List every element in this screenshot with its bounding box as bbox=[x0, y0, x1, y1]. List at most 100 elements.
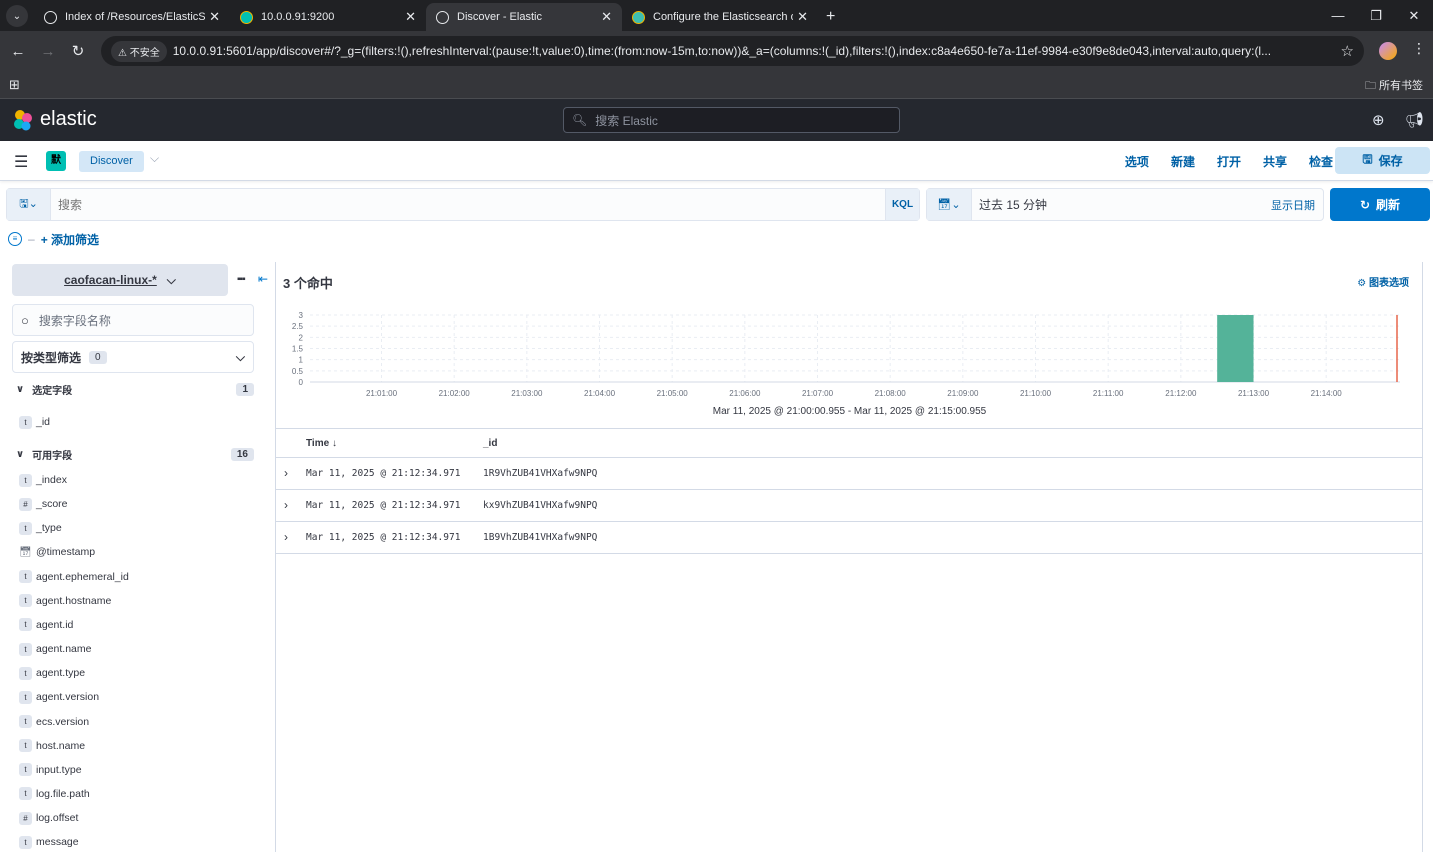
collapse-sidebar-icon[interactable]: ⇤ bbox=[258, 272, 268, 286]
options-link[interactable]: 选项 bbox=[1125, 153, 1149, 170]
elastic-logo-icon[interactable] bbox=[12, 109, 34, 131]
close-icon[interactable]: ✕ bbox=[601, 9, 612, 25]
global-search-input[interactable]: 🔍︎ 搜索 Elastic bbox=[563, 107, 900, 133]
time-range-label[interactable]: 过去 15 分钟 bbox=[972, 196, 1271, 213]
show-dates-link[interactable]: 显示日期 bbox=[1271, 197, 1323, 213]
field-item[interactable]: t _id bbox=[19, 414, 50, 430]
add-filter-button[interactable]: + 添加筛选 bbox=[41, 231, 99, 248]
field-item[interactable]: t input.type bbox=[19, 762, 82, 778]
expand-row-icon[interactable]: › bbox=[284, 498, 288, 512]
breadcrumb[interactable]: Discover bbox=[79, 151, 144, 172]
tab-search-button[interactable]: ⌄ bbox=[6, 5, 28, 27]
histogram-chart[interactable]: 3 2.5 2 1.5 1 0.5 0 21:01:00 21:02:00 21:03:00 21:… bbox=[276, 306, 1423, 406]
new-tab-button[interactable]: + bbox=[826, 8, 835, 26]
query-bar: 🖫⌄ KQL bbox=[6, 188, 920, 221]
apps-grid-icon[interactable]: ⊞ bbox=[9, 77, 20, 93]
selected-fields-label: 选定字段 bbox=[32, 386, 73, 397]
kql-toggle[interactable]: KQL bbox=[885, 189, 919, 220]
type-filter-dropdown[interactable]: 按类型筛选 0 ⌵ bbox=[12, 341, 254, 373]
new-link[interactable]: 新建 bbox=[1171, 153, 1195, 170]
expand-row-icon[interactable]: › bbox=[284, 466, 288, 480]
share-link[interactable]: 共享 bbox=[1263, 153, 1287, 170]
field-item[interactable]: t message bbox=[19, 834, 79, 850]
filter-options-icon[interactable]: ≡ bbox=[8, 232, 22, 246]
date-type-icon: 📅︎ bbox=[19, 546, 32, 558]
table-row[interactable]: › Mar 11, 2025 @ 21:12:34.971 1R9VhZUB41VH… bbox=[276, 458, 1423, 490]
address-bar[interactable]: ⚠ 不安全 10.0.0.91:5601/app/discover#/?_g=(… bbox=[101, 36, 1364, 66]
field-item[interactable]: t host.name bbox=[19, 738, 85, 754]
string-type-icon: t bbox=[19, 618, 32, 632]
refresh-button[interactable]: ↻ 刷新 bbox=[1330, 188, 1430, 221]
more-options-icon[interactable]: ▪▪▪ bbox=[237, 274, 246, 285]
table-row[interactable]: › Mar 11, 2025 @ 21:12:34.971 1B9VhZUB41VH… bbox=[276, 522, 1423, 554]
url-text[interactable]: 10.0.0.91:5601/app/discover#/?_g=(filter… bbox=[173, 44, 1333, 58]
browser-tab[interactable]: Configure the Elasticsearch o ✕ bbox=[622, 3, 818, 31]
insecure-badge[interactable]: ⚠ 不安全 bbox=[111, 40, 167, 62]
field-item[interactable]: t agent.hostname bbox=[19, 593, 111, 609]
field-name: _score bbox=[36, 498, 68, 511]
expand-row-icon[interactable]: › bbox=[284, 530, 288, 544]
inspect-link[interactable]: 检查 bbox=[1309, 153, 1333, 170]
close-window-icon[interactable]: ✕ bbox=[1395, 8, 1433, 24]
minimize-icon[interactable]: — bbox=[1319, 8, 1357, 23]
forward-arrow-icon[interactable]: → bbox=[33, 43, 63, 60]
space-avatar[interactable]: 默 bbox=[46, 151, 66, 171]
index-pattern-selector[interactable]: caofacan-linux-* ⌵ bbox=[12, 264, 228, 296]
field-item[interactable]: t _index bbox=[19, 472, 67, 488]
browser-tab-active[interactable]: Discover - Elastic ✕ bbox=[426, 3, 622, 31]
top-nav-links: 选项 新建 打开 共享 检查 bbox=[1103, 153, 1333, 170]
time-column-header[interactable]: Time ↓ bbox=[306, 438, 337, 449]
field-search-input[interactable]: ○ 搜索字段名称 bbox=[12, 304, 254, 336]
field-item[interactable]: t ecs.version bbox=[19, 714, 89, 730]
global-search-placeholder: 搜索 Elastic bbox=[595, 113, 658, 128]
field-name: agent.hostname bbox=[36, 594, 112, 607]
elastic-brand[interactable]: elastic bbox=[40, 108, 97, 131]
profile-avatar[interactable] bbox=[1379, 42, 1397, 60]
chart-options-label: 图表选项 bbox=[1369, 278, 1409, 289]
field-item[interactable]: t agent.name bbox=[19, 641, 91, 657]
id-column-header[interactable]: _id bbox=[483, 438, 497, 449]
tab-title: Discover - Elastic bbox=[457, 11, 542, 23]
field-name: _id bbox=[36, 416, 51, 428]
saved-query-button[interactable]: 🖫⌄ bbox=[7, 189, 51, 220]
y-tick-label: 2 bbox=[299, 333, 304, 342]
close-icon[interactable]: ✕ bbox=[209, 9, 220, 25]
calendar-icon[interactable]: 📅︎⌄ bbox=[927, 189, 972, 220]
hit-count: 3 个命中 bbox=[283, 276, 333, 291]
close-icon[interactable]: ✕ bbox=[797, 9, 808, 25]
all-bookmarks-button[interactable]: 🗀 所有书签 bbox=[1365, 77, 1423, 96]
field-item[interactable]: t agent.id bbox=[19, 617, 73, 633]
field-name: agent.ephemeral_id bbox=[36, 570, 129, 583]
star-icon[interactable]: ☆ bbox=[1341, 42, 1354, 60]
field-item[interactable]: t _type bbox=[19, 520, 62, 536]
field-item[interactable]: # _score bbox=[19, 496, 68, 512]
field-item[interactable]: t agent.version bbox=[19, 689, 99, 705]
menu-icon[interactable]: ☰ bbox=[14, 152, 28, 172]
open-link[interactable]: 打开 bbox=[1217, 153, 1241, 170]
save-button[interactable]: 🖫 保存 bbox=[1335, 147, 1430, 174]
close-icon[interactable]: ✕ bbox=[405, 9, 416, 25]
time-range-text: Mar 11, 2025 @ 21:00:00.955 - Mar 11, 20… bbox=[712, 406, 987, 417]
index-pattern-label: caofacan-linux-* bbox=[64, 273, 157, 287]
x-tick-label: 21:08:00 bbox=[875, 389, 907, 398]
browser-tab[interactable]: Index of /Resources/ElasticSt ✕ bbox=[34, 3, 230, 31]
reload-icon[interactable]: ↻ bbox=[63, 42, 93, 60]
more-vert-icon[interactable]: ⋮ bbox=[1412, 40, 1426, 57]
x-tick-label: 21:10:00 bbox=[1020, 389, 1052, 398]
browser-tab[interactable]: 10.0.0.91:9200 ✕ bbox=[230, 3, 426, 31]
selected-fields-header[interactable]: ∨ 选定字段 1 bbox=[16, 382, 254, 397]
field-item[interactable]: t agent.ephemeral_id bbox=[19, 569, 129, 585]
newsfeed-icon[interactable]: 📢︎ bbox=[1405, 111, 1424, 129]
field-item[interactable]: 📅︎ @timestamp bbox=[19, 544, 95, 560]
help-icon[interactable]: ⊕ bbox=[1372, 111, 1385, 129]
table-row[interactable]: › Mar 11, 2025 @ 21:12:34.971 kx9VhZUB41VH… bbox=[276, 490, 1423, 522]
available-fields-header[interactable]: ∨ 可用字段 16 bbox=[16, 447, 254, 462]
query-input[interactable] bbox=[51, 189, 885, 220]
chart-options-button[interactable]: ⚙︎ 图表选项 bbox=[1357, 274, 1409, 289]
field-item[interactable]: t agent.type bbox=[19, 665, 85, 681]
chevron-down-icon[interactable]: ⌵ bbox=[150, 151, 159, 166]
field-item[interactable]: t log.file.path bbox=[19, 786, 90, 802]
field-item[interactable]: # log.offset bbox=[19, 810, 78, 826]
back-arrow-icon[interactable]: ← bbox=[3, 43, 33, 60]
restore-icon[interactable]: ❐ bbox=[1357, 8, 1395, 24]
